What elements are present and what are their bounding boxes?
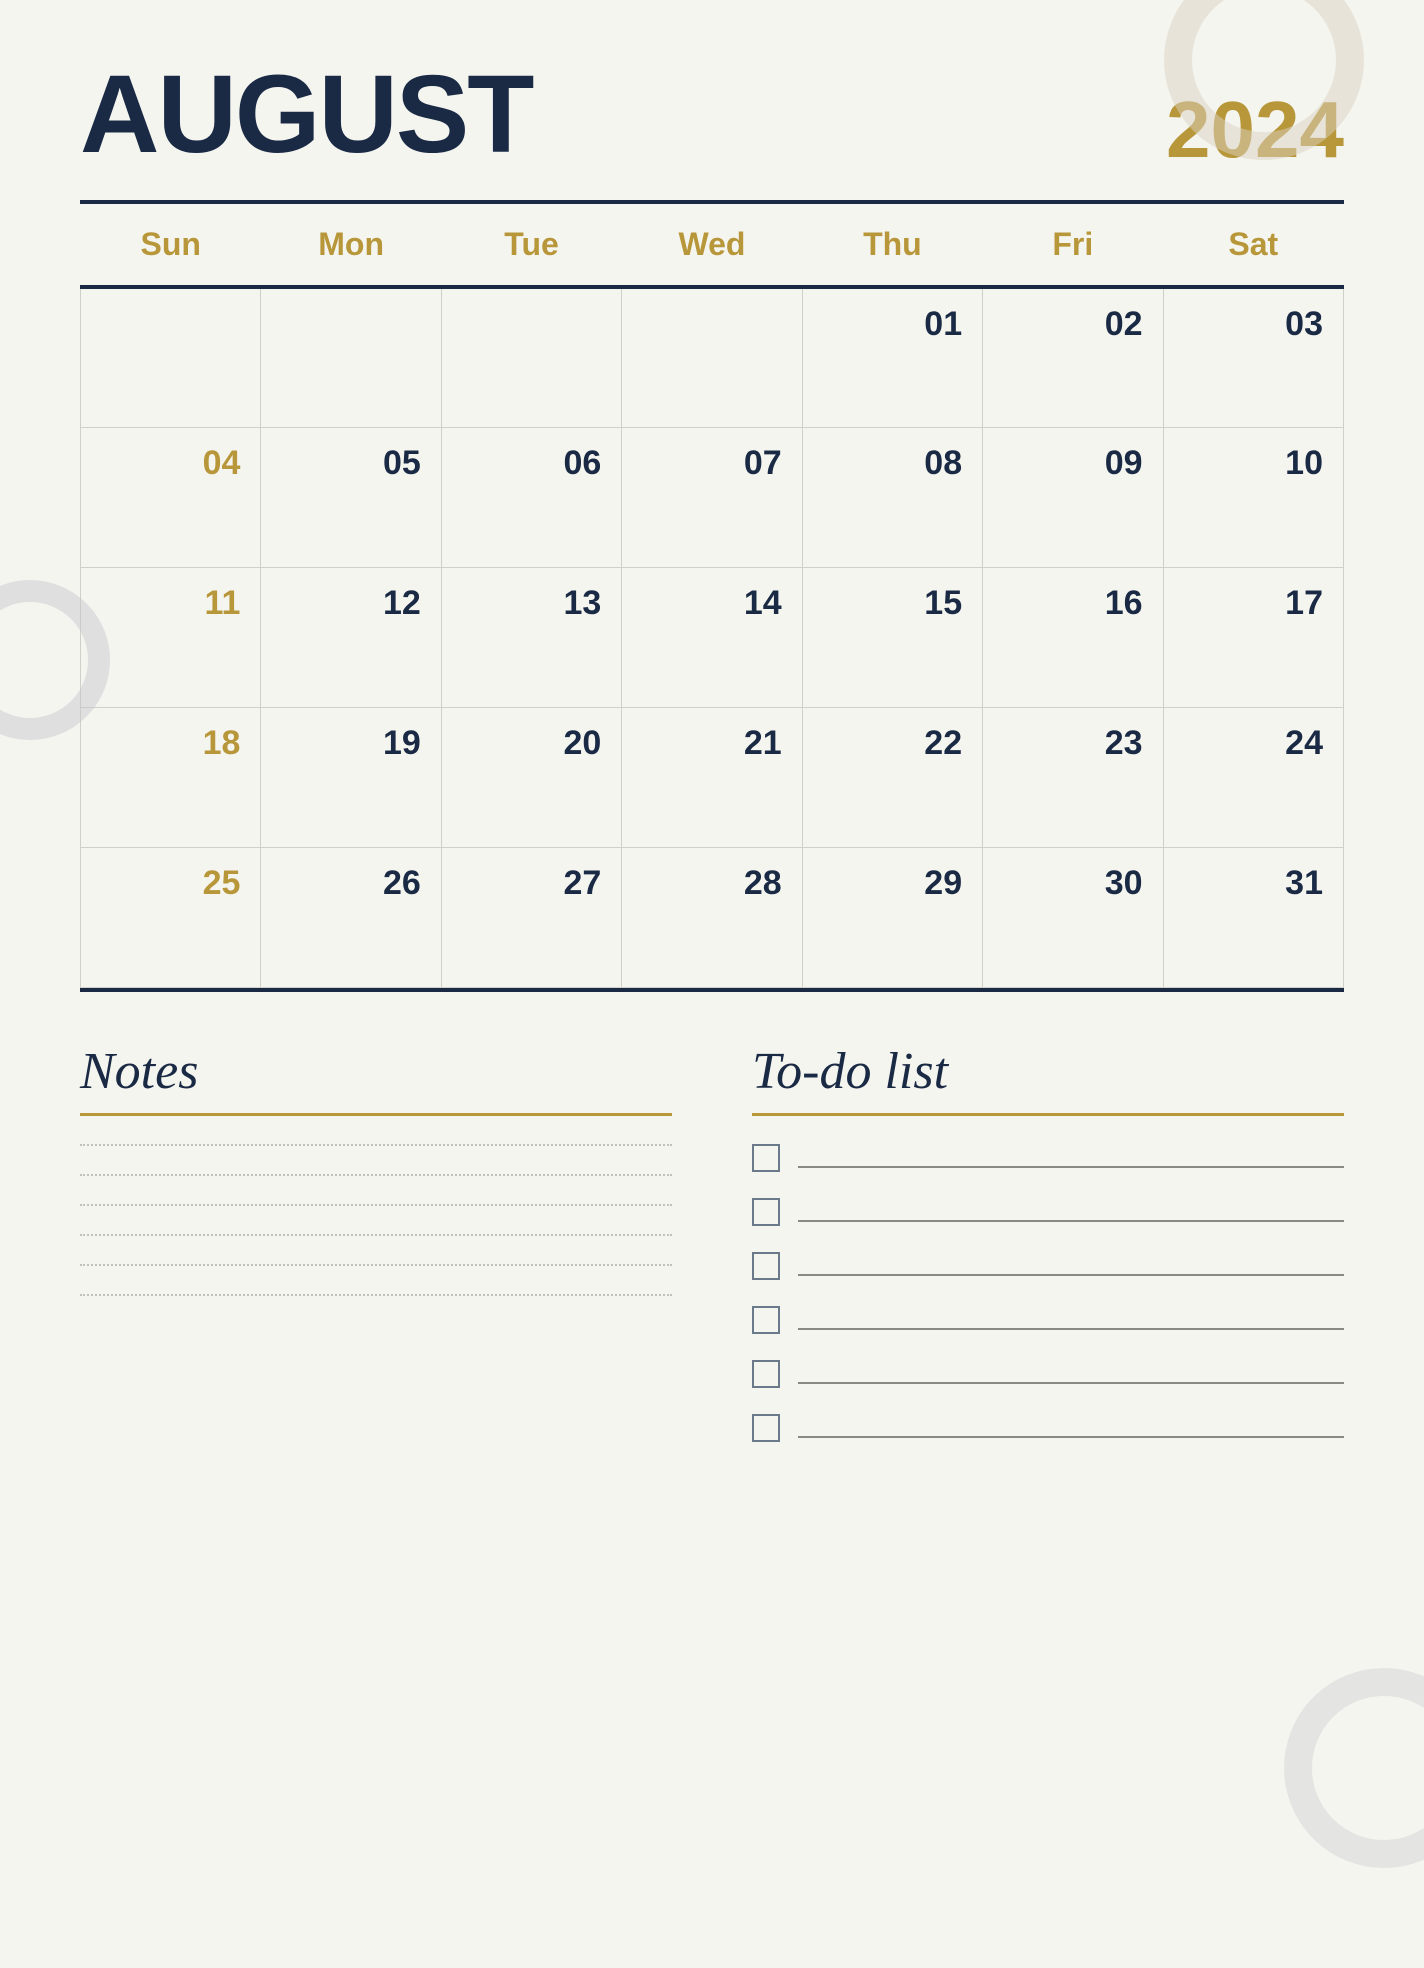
cal-cell-thu-22: 22 bbox=[802, 707, 982, 847]
day-tue: Tue bbox=[441, 204, 621, 287]
notes-line-2 bbox=[80, 1174, 672, 1176]
week-row-1: 01 02 03 bbox=[81, 287, 1344, 427]
day-thu: Thu bbox=[802, 204, 982, 287]
cal-cell-fri-30: 30 bbox=[983, 847, 1163, 987]
cal-cell-wed-07: 07 bbox=[622, 427, 802, 567]
cal-cell-tue-20: 20 bbox=[441, 707, 621, 847]
todo-item-6 bbox=[752, 1414, 1344, 1442]
day-sat: Sat bbox=[1163, 204, 1343, 287]
todo-line-2 bbox=[798, 1202, 1344, 1222]
deco-circle-bottom-right bbox=[1284, 1668, 1424, 1868]
todo-title: To-do list bbox=[752, 1042, 1344, 1101]
cal-cell bbox=[441, 287, 621, 427]
cal-cell-thu-08: 08 bbox=[802, 427, 982, 567]
header: AUGUST 2024 bbox=[80, 60, 1344, 170]
notes-line-1 bbox=[80, 1144, 672, 1146]
cal-cell bbox=[261, 287, 441, 427]
cal-cell-tue-13: 13 bbox=[441, 567, 621, 707]
cal-cell-fri-09: 09 bbox=[983, 427, 1163, 567]
cal-cell-thu-01: 01 bbox=[802, 287, 982, 427]
cal-cell-wed-21: 21 bbox=[622, 707, 802, 847]
cal-cell-sun-04: 04 bbox=[81, 427, 261, 567]
notes-line-4 bbox=[80, 1234, 672, 1236]
bottom-border bbox=[80, 988, 1344, 992]
todo-line-5 bbox=[798, 1364, 1344, 1384]
bottom-section: Notes To-do list bbox=[80, 1042, 1344, 1468]
cal-cell-wed-14: 14 bbox=[622, 567, 802, 707]
todo-line-6 bbox=[798, 1418, 1344, 1438]
cal-cell-mon-19: 19 bbox=[261, 707, 441, 847]
todo-item-1 bbox=[752, 1144, 1344, 1172]
todo-item-4 bbox=[752, 1306, 1344, 1334]
cal-cell-sat-10: 10 bbox=[1163, 427, 1343, 567]
notes-section: Notes bbox=[80, 1042, 672, 1468]
cal-cell-thu-29: 29 bbox=[802, 847, 982, 987]
todo-checkbox-6[interactable] bbox=[752, 1414, 780, 1442]
notes-line-6 bbox=[80, 1294, 672, 1296]
cal-cell-fri-02: 02 bbox=[983, 287, 1163, 427]
todo-checkbox-4[interactable] bbox=[752, 1306, 780, 1334]
cal-cell bbox=[622, 287, 802, 427]
days-header-row: Sun Mon Tue Wed Thu Fri Sat bbox=[81, 204, 1344, 287]
cal-cell-thu-15: 15 bbox=[802, 567, 982, 707]
cal-cell-wed-28: 28 bbox=[622, 847, 802, 987]
cal-cell-fri-16: 16 bbox=[983, 567, 1163, 707]
cal-cell-sat-24: 24 bbox=[1163, 707, 1343, 847]
cal-cell-mon-26: 26 bbox=[261, 847, 441, 987]
todo-checkbox-1[interactable] bbox=[752, 1144, 780, 1172]
notes-underline bbox=[80, 1113, 672, 1116]
cal-cell-tue-06: 06 bbox=[441, 427, 621, 567]
todo-line-1 bbox=[798, 1148, 1344, 1168]
day-mon: Mon bbox=[261, 204, 441, 287]
calendar-page: AUGUST 2024 Sun Mon Tue Wed Thu Fri Sat bbox=[0, 0, 1424, 1968]
cal-cell-sun-25: 25 bbox=[81, 847, 261, 987]
cal-cell-fri-23: 23 bbox=[983, 707, 1163, 847]
notes-line-3 bbox=[80, 1204, 672, 1206]
week-row-5: 25 26 27 28 29 30 31 bbox=[81, 847, 1344, 987]
todo-section: To-do list bbox=[752, 1042, 1344, 1468]
todo-item-5 bbox=[752, 1360, 1344, 1388]
todo-checkbox-3[interactable] bbox=[752, 1252, 780, 1280]
day-sun: Sun bbox=[81, 204, 261, 287]
cal-cell-tue-27: 27 bbox=[441, 847, 621, 987]
cal-cell-sun-18: 18 bbox=[81, 707, 261, 847]
cal-cell-sat-31: 31 bbox=[1163, 847, 1343, 987]
calendar-table: Sun Mon Tue Wed Thu Fri Sat 01 02 03 bbox=[80, 204, 1344, 988]
year-title: 2024 bbox=[1166, 90, 1344, 170]
todo-line-4 bbox=[798, 1310, 1344, 1330]
week-row-4: 18 19 20 21 22 23 24 bbox=[81, 707, 1344, 847]
notes-line-5 bbox=[80, 1264, 672, 1266]
todo-item-3 bbox=[752, 1252, 1344, 1280]
todo-checkbox-5[interactable] bbox=[752, 1360, 780, 1388]
notes-title: Notes bbox=[80, 1042, 672, 1101]
cal-cell-sat-03: 03 bbox=[1163, 287, 1343, 427]
week-row-3: 11 12 13 14 15 16 17 bbox=[81, 567, 1344, 707]
cal-cell-sun-11: 11 bbox=[81, 567, 261, 707]
cal-cell-sat-17: 17 bbox=[1163, 567, 1343, 707]
day-fri: Fri bbox=[983, 204, 1163, 287]
todo-checkbox-2[interactable] bbox=[752, 1198, 780, 1226]
todo-underline bbox=[752, 1113, 1344, 1116]
week-row-2: 04 05 06 07 08 09 10 bbox=[81, 427, 1344, 567]
cal-cell bbox=[81, 287, 261, 427]
day-wed: Wed bbox=[622, 204, 802, 287]
month-title: AUGUST bbox=[80, 60, 532, 170]
cal-cell-mon-12: 12 bbox=[261, 567, 441, 707]
todo-line-3 bbox=[798, 1256, 1344, 1276]
cal-cell-mon-05: 05 bbox=[261, 427, 441, 567]
todo-item-2 bbox=[752, 1198, 1344, 1226]
